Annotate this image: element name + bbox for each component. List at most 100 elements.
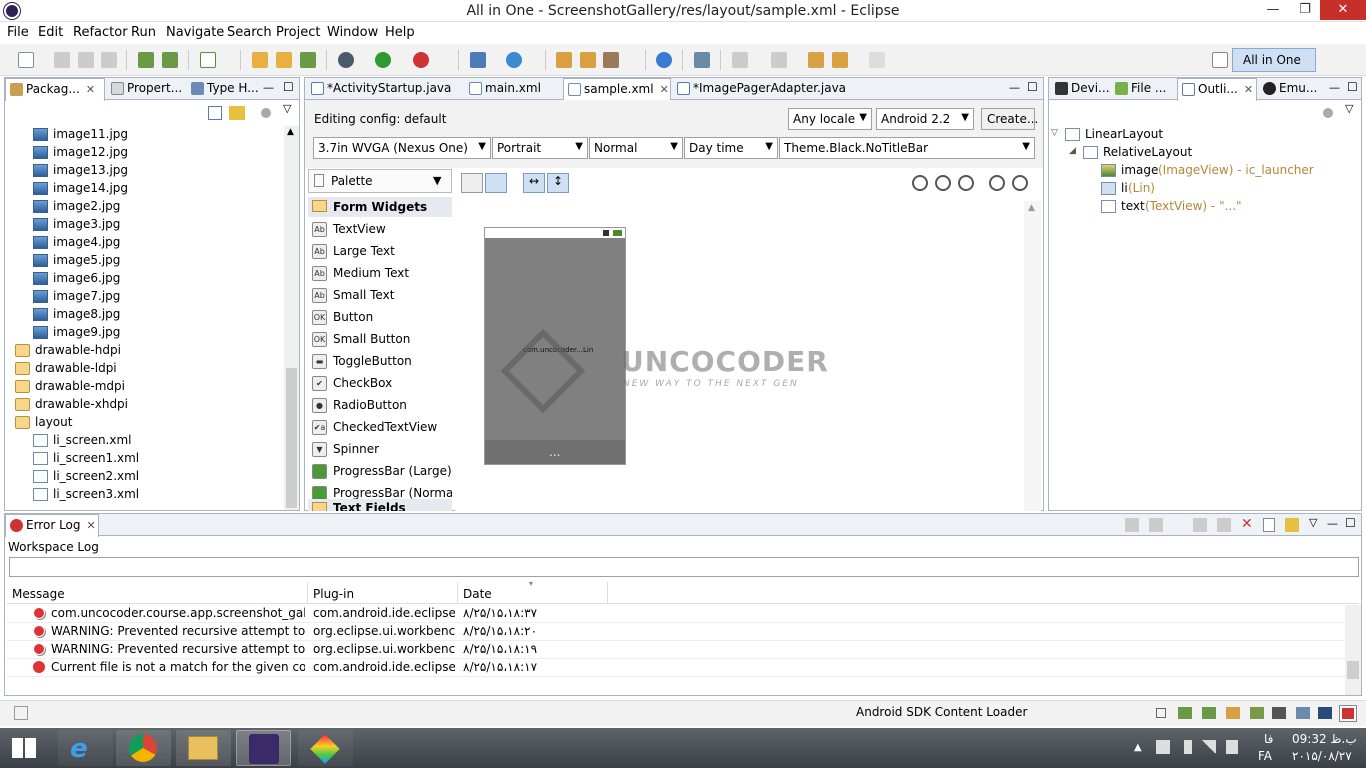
log-row[interactable]: com.uncocoder.course.app.screenshot_gall… <box>7 605 1347 623</box>
print-icon[interactable] <box>101 52 117 68</box>
tab-error-log[interactable]: Error Log ✕ <box>5 514 99 537</box>
layout-canvas[interactable]: com.uncocoder...Lin ... UNCOCODER NEW WA… <box>455 201 1025 511</box>
tree-item[interactable]: image7.jpg <box>33 288 283 306</box>
save-icon[interactable] <box>54 52 70 68</box>
open-resource-icon[interactable] <box>276 52 292 68</box>
tree-item[interactable]: image8.jpg <box>33 306 283 324</box>
taskbar-eclipse[interactable] <box>236 730 291 766</box>
canvas-footer[interactable]: ... <box>485 440 625 464</box>
outline-node[interactable]: li (Lin) <box>1095 180 1355 198</box>
zoom-100-icon[interactable] <box>958 175 974 191</box>
minimize-view-icon[interactable]: — <box>1327 517 1338 530</box>
open-type-icon[interactable] <box>252 52 268 68</box>
export-log-icon[interactable] <box>1125 518 1139 532</box>
palette-item[interactable]: OK Button <box>312 307 450 329</box>
pen-icon[interactable] <box>603 52 619 68</box>
close-tab-icon[interactable]: ✕ <box>86 83 95 96</box>
new-java-class-icon[interactable] <box>506 52 522 68</box>
tree-item[interactable]: image11.jpg <box>33 126 283 144</box>
layout-vertical-icon[interactable] <box>485 173 507 193</box>
scroll-up-icon[interactable]: ▲ <box>1028 203 1035 213</box>
tree-item[interactable]: li_screen1.xml <box>33 450 283 468</box>
open-perspective-icon[interactable] <box>1212 52 1228 68</box>
run-icon[interactable] <box>375 52 391 68</box>
lint-icon[interactable] <box>1250 707 1264 719</box>
minimize-button[interactable]: — <box>1258 0 1288 20</box>
mode-select[interactable]: Normal ▼ <box>589 137 683 159</box>
tools-icon[interactable] <box>1226 707 1240 719</box>
tree-item[interactable]: layout <box>15 414 265 432</box>
log-row[interactable]: WARNING: Prevented recursive attempt to … <box>7 623 1347 641</box>
tree-item[interactable]: image13.jpg <box>33 162 283 180</box>
tree-item[interactable]: drawable-mdpi <box>15 378 265 396</box>
next-annotation-icon[interactable] <box>732 52 748 68</box>
maximize-view-icon[interactable]: ☐ <box>283 80 294 94</box>
tab-outline[interactable]: Outli... ✕ <box>1177 78 1257 101</box>
zoom-in-icon[interactable] <box>1012 175 1028 191</box>
palette-item[interactable]: ▬ ToggleButton <box>312 351 450 373</box>
layout-horizontal-icon[interactable] <box>461 173 483 193</box>
minimize-view-icon[interactable]: — <box>1009 81 1020 94</box>
palette-item[interactable]: OK Small Button <box>312 329 450 351</box>
palette-item[interactable]: Ab Large Text <box>312 241 450 263</box>
tree-item[interactable]: li_screen3.xml <box>33 486 283 504</box>
view-menu-icon[interactable] <box>261 108 271 118</box>
close-tab-icon[interactable]: ✕ <box>87 519 96 532</box>
debug-icon[interactable] <box>338 52 354 68</box>
battery-tray-icon[interactable] <box>1184 740 1192 754</box>
tree-item[interactable]: image6.jpg <box>33 270 283 288</box>
tree-item[interactable]: image12.jpg <box>33 144 283 162</box>
expand-toggle-icon[interactable]: ▽ <box>1051 128 1058 138</box>
api-level-select[interactable]: Android 2.2 ▼ <box>876 108 974 130</box>
globe-icon[interactable] <box>656 52 672 68</box>
status-icon[interactable] <box>1156 708 1166 718</box>
menu-project[interactable]: Project <box>276 25 320 40</box>
menu-window[interactable]: Window <box>327 25 378 40</box>
tree-item[interactable]: drawable-xhdpi <box>15 396 265 414</box>
open-folder-icon[interactable] <box>556 52 572 68</box>
palette-item[interactable]: Ab TextView <box>312 219 450 241</box>
restore-button[interactable]: ❐ <box>1290 0 1320 20</box>
outline-node[interactable]: text (TextView) - "..." <box>1095 198 1355 216</box>
tree-item[interactable]: drawable-ldpi <box>15 360 265 378</box>
palette-item[interactable]: Ab Small Text <box>312 285 450 307</box>
log-scrollbar[interactable] <box>1345 605 1361 695</box>
menu-refactor[interactable]: Refactor <box>73 25 128 40</box>
menu-help[interactable]: Help <box>385 25 415 40</box>
palette-item[interactable]: ✔ CheckBox <box>312 373 450 395</box>
debug-bridge-icon[interactable] <box>1272 707 1286 719</box>
log-row[interactable]: WARNING: Prevented recursive attempt to … <box>7 641 1347 659</box>
tree-item[interactable]: image4.jpg <box>33 234 283 252</box>
tree-item[interactable]: li_screen.xml <box>33 432 283 450</box>
palette-item[interactable]: ▬ ProgressBar (Large) <box>312 461 452 483</box>
taskbar-ie[interactable]: e <box>58 730 113 766</box>
restore-log-icon[interactable] <box>1285 518 1299 532</box>
canvas-scrollbar[interactable]: ▲ <box>1024 201 1041 511</box>
perspective-all-in-one[interactable]: All in One <box>1232 48 1316 72</box>
tab-type-hierarchy[interactable]: Type H... <box>187 78 259 100</box>
android-sdk-icon[interactable] <box>138 52 154 68</box>
maximize-view-icon[interactable]: ☐ <box>1027 80 1038 94</box>
close-button[interactable]: ✕ <box>1320 0 1366 20</box>
theme-select[interactable]: Theme.Black.NoTitleBar ▼ <box>779 137 1035 159</box>
minimize-view-icon[interactable]: — <box>263 81 274 94</box>
open-log-icon[interactable] <box>1193 518 1207 532</box>
outline-node[interactable]: ◢ RelativeLayout <box>1069 144 1337 162</box>
windows-start-icon[interactable] <box>12 738 36 758</box>
link-editor-icon[interactable] <box>229 106 245 120</box>
back-icon[interactable] <box>832 52 848 68</box>
time-select[interactable]: Day time ▼ <box>684 137 778 159</box>
column-plugin[interactable]: Plug-in <box>313 587 354 601</box>
view-menu-icon[interactable] <box>1323 108 1333 118</box>
view-dropdown-icon[interactable]: ▽ <box>283 102 291 115</box>
prev-annotation-icon[interactable] <box>771 52 787 68</box>
view-dropdown-icon[interactable]: ▽ <box>1345 102 1353 115</box>
view-dropdown-icon[interactable]: ▽ <box>1309 516 1317 529</box>
palette-header[interactable]: Palette ▼ <box>308 169 452 193</box>
menu-edit[interactable]: Edit <box>38 25 63 40</box>
palette-section-text-fields[interactable]: Text Fields <box>308 499 452 511</box>
forward-icon[interactable] <box>869 52 885 68</box>
close-tab-icon[interactable]: ✕ <box>1244 83 1253 96</box>
tray-arrow-icon[interactable]: ▲ <box>1134 742 1142 753</box>
expand-toggle-icon[interactable]: ◢ <box>1069 146 1076 156</box>
